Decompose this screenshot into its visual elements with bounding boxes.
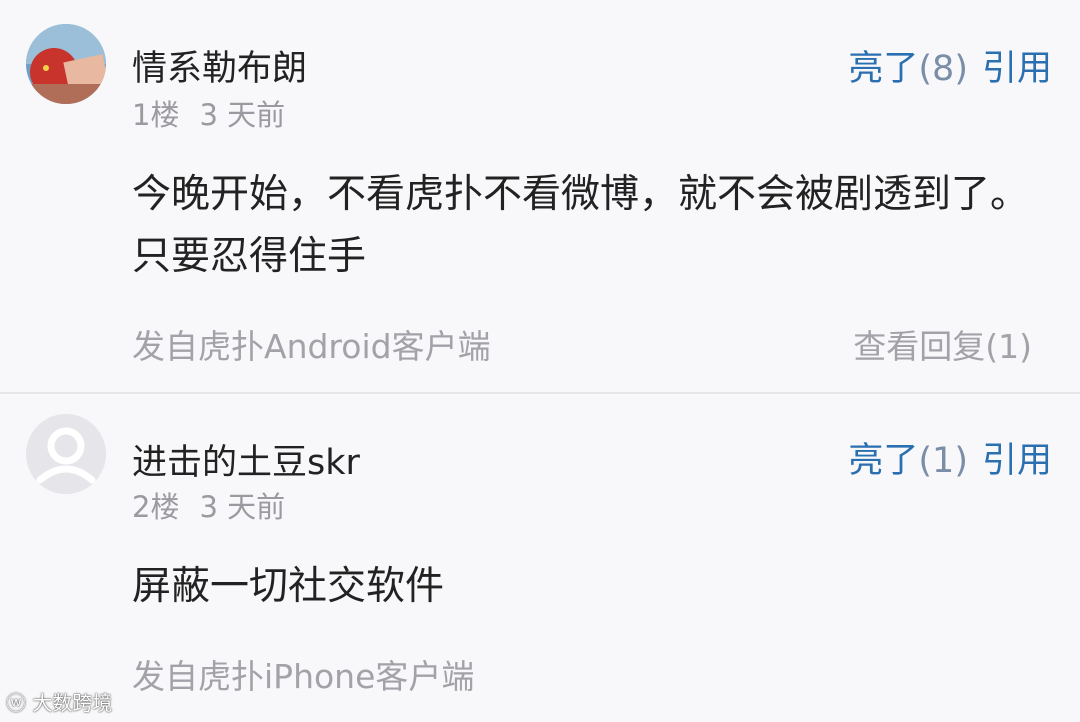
- like-count: (1): [918, 441, 968, 481]
- timestamp: 3 天前: [199, 98, 286, 132]
- like-label: 亮了: [848, 49, 919, 89]
- like-count: (8): [918, 49, 968, 89]
- like-button[interactable]: 亮了(1): [848, 441, 968, 481]
- wechat-logo-icon: ⓦ: [6, 691, 26, 715]
- quote-button[interactable]: 引用: [982, 441, 1052, 481]
- username[interactable]: 进击的土豆skr: [132, 434, 360, 485]
- view-replies-link[interactable]: 查看回复(1): [853, 320, 1032, 368]
- comment-1: 情系勒布朗 1楼 3 天前 亮了(8) 引用 今晚开始，不看虎扑不看微博，就不会被剧…: [0, 0, 1080, 392]
- comment-2: 进击的土豆skr 2楼 3 天前 亮了(1) 引用 屏蔽一切社交软件 发自虎扑iPh…: [0, 394, 1080, 722]
- timestamp: 3 天前: [199, 490, 286, 524]
- like-label: 亮了: [848, 441, 919, 481]
- default-avatar-icon: [26, 414, 106, 494]
- user-avatar-image: [26, 24, 106, 104]
- comment-actions: 亮了(8) 引用: [848, 40, 1052, 91]
- client-source: 发自虎扑Android客户端: [132, 327, 491, 366]
- floor-number: 2楼: [132, 490, 180, 524]
- comment-meta: 1楼 3 天前: [132, 92, 285, 134]
- avatar[interactable]: [26, 24, 106, 104]
- quote-button[interactable]: 引用: [982, 49, 1052, 89]
- username[interactable]: 情系勒布朗: [132, 40, 307, 91]
- client-source: 发自虎扑iPhone客户端: [132, 657, 475, 696]
- watermark-text: 大数跨境: [32, 691, 113, 715]
- like-button[interactable]: 亮了(8): [848, 49, 968, 89]
- watermark: ⓦ 大数跨境: [6, 687, 112, 716]
- floor-number: 1楼: [132, 98, 180, 132]
- avatar[interactable]: [26, 414, 106, 494]
- comment-text: 今晚开始，不看虎扑不看微博，就不会被剧透到了。只要忍得住手: [132, 172, 1030, 279]
- comment-text: 屏蔽一切社交软件: [132, 564, 445, 609]
- comment-meta: 2楼 3 天前: [132, 484, 285, 526]
- comment-actions: 亮了(1) 引用: [848, 432, 1052, 483]
